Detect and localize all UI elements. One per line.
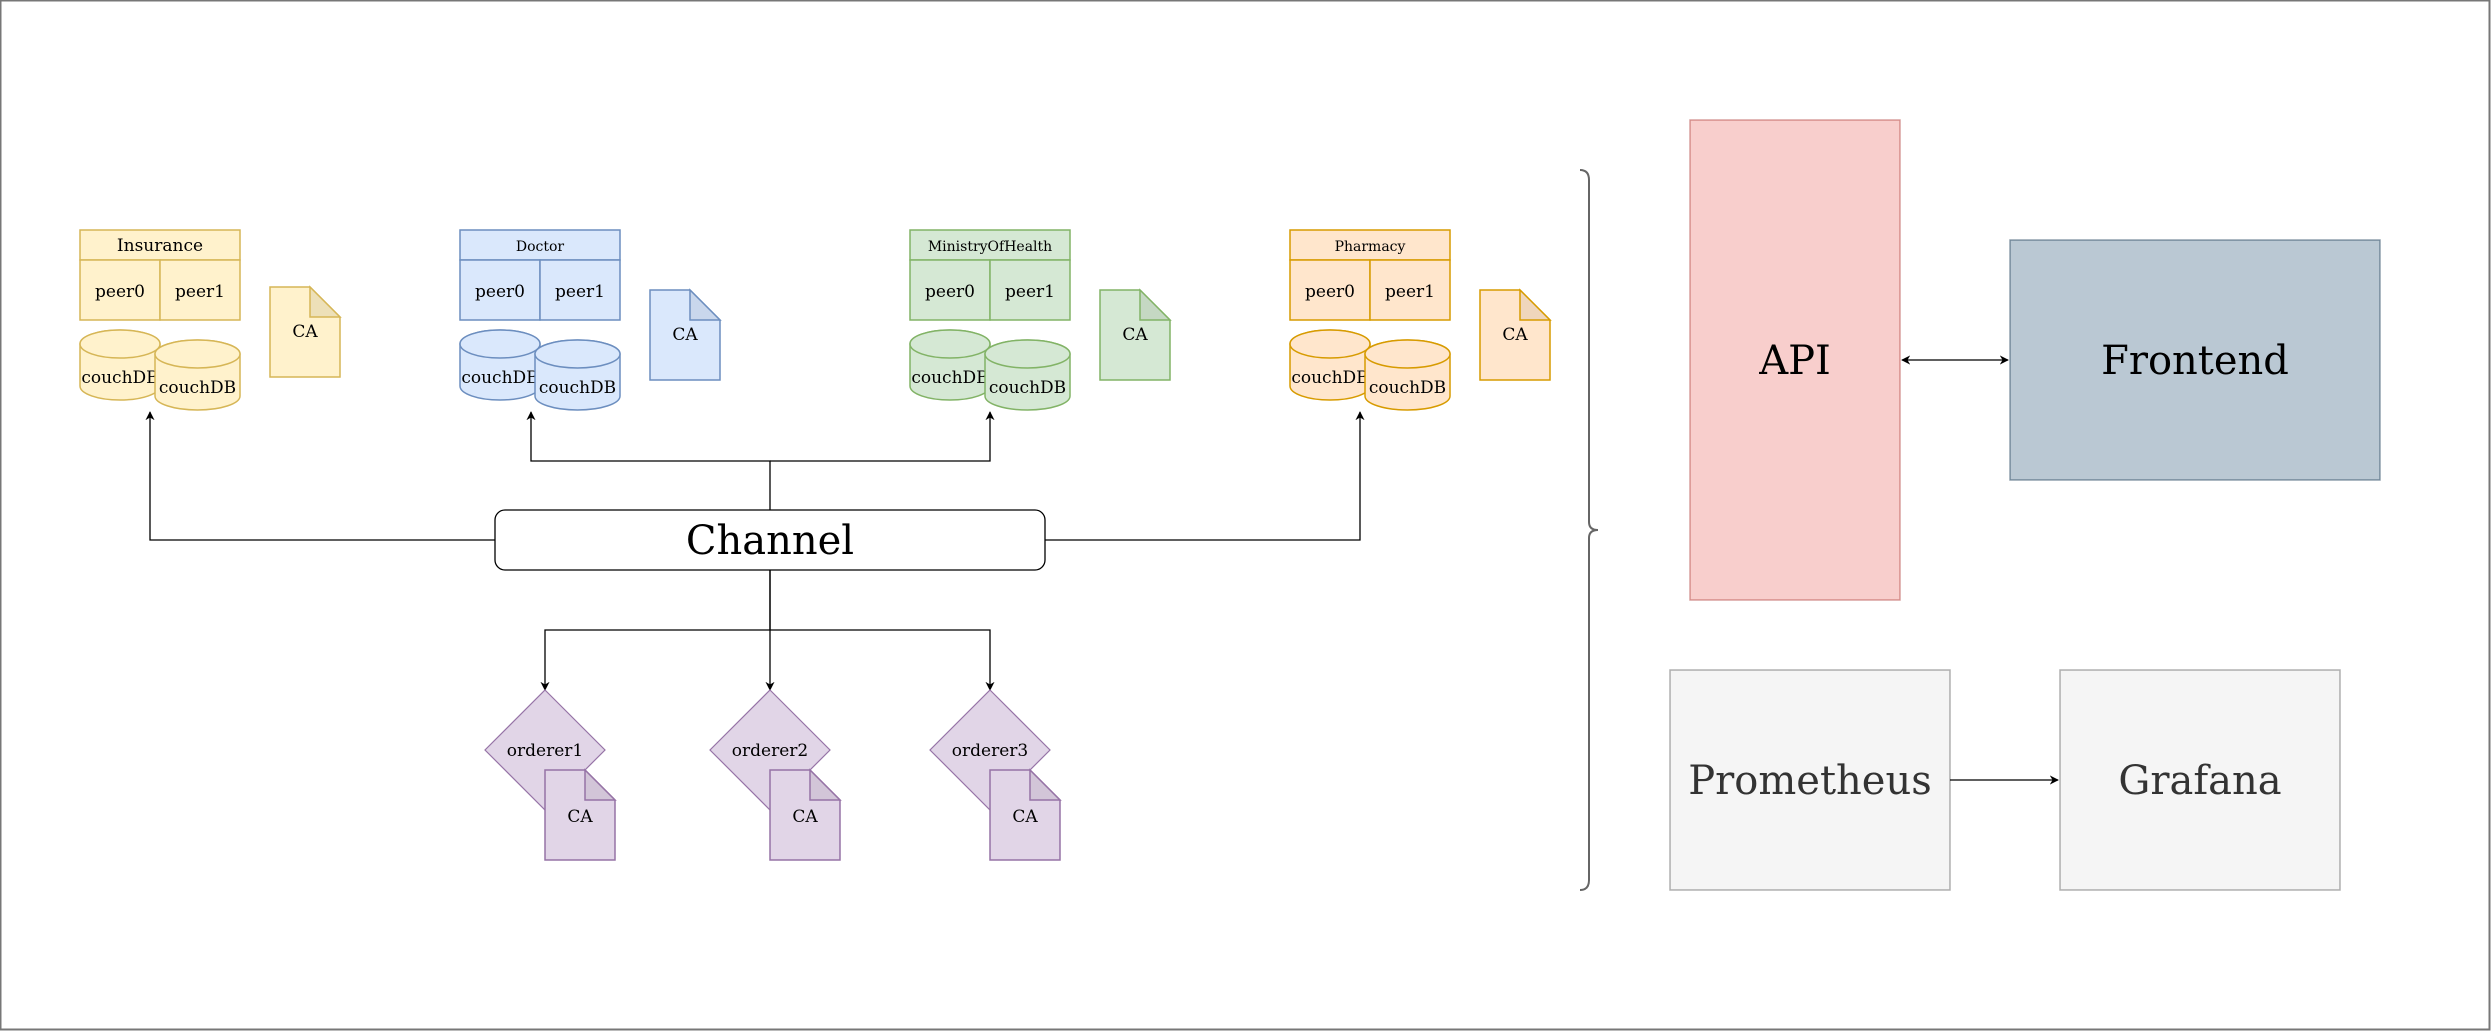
org-name: MinistryOfHealth	[928, 239, 1052, 255]
peer-label: peer1	[1385, 282, 1435, 302]
orderer-label: orderer2	[732, 741, 808, 761]
database-label: couchDB	[1291, 368, 1368, 388]
orderer-label: orderer3	[952, 741, 1028, 761]
peer-1[interactable]: peer1	[1369, 259, 1451, 321]
database-label: couchDB	[539, 378, 616, 398]
peer-label: peer0	[925, 282, 975, 302]
ca-label: CA	[792, 807, 818, 827]
channel-node[interactable]: Channel	[494, 509, 1046, 571]
couchdb-0[interactable]: couchDB	[1289, 329, 1371, 401]
database-top	[984, 339, 1071, 369]
ca-label: CA	[292, 322, 318, 342]
database-top	[1289, 329, 1371, 359]
peer-label: peer1	[1005, 282, 1055, 302]
orderer-label: orderer1	[507, 741, 583, 761]
database-top	[534, 339, 621, 369]
ca-label: CA	[672, 325, 698, 345]
ca-label: CA	[567, 807, 593, 827]
frontend-label: Frontend	[2101, 338, 2289, 384]
couchdb-1[interactable]: couchDB	[154, 339, 241, 411]
database-label: couchDB	[159, 378, 236, 398]
peer-0[interactable]: peer0	[909, 259, 991, 321]
database-label: couchDB	[911, 368, 988, 388]
api-node[interactable]: API	[1689, 119, 1901, 601]
peer-1[interactable]: peer1	[159, 259, 241, 321]
frontend-node[interactable]: Frontend	[2009, 239, 2381, 481]
peer-0[interactable]: peer0	[459, 259, 541, 321]
ca-label: CA	[1012, 807, 1038, 827]
database-label: couchDB	[81, 368, 158, 388]
org-name: Insurance	[117, 236, 203, 256]
couchdb-1[interactable]: couchDB	[1364, 339, 1451, 411]
grafana-node[interactable]: Grafana	[2059, 669, 2341, 891]
channel-label: Channel	[686, 518, 854, 564]
couchdb-1[interactable]: couchDB	[534, 339, 621, 411]
peer-label: peer1	[555, 282, 605, 302]
database-label: couchDB	[461, 368, 538, 388]
couchdb-0[interactable]: couchDB	[79, 329, 161, 401]
api-label: API	[1758, 338, 1831, 384]
peer-1[interactable]: peer1	[989, 259, 1071, 321]
ca-label: CA	[1122, 325, 1148, 345]
org-name: Doctor	[516, 239, 565, 255]
database-label: couchDB	[989, 378, 1066, 398]
peer-label: peer0	[95, 282, 145, 302]
prometheus-label: Prometheus	[1688, 758, 1932, 804]
peer-label: peer0	[475, 282, 525, 302]
peer-0[interactable]: peer0	[1289, 259, 1371, 321]
grafana-label: Grafana	[2118, 758, 2281, 804]
ca-label: CA	[1502, 325, 1528, 345]
database-top	[154, 339, 241, 369]
couchdb-0[interactable]: couchDB	[909, 329, 991, 401]
peer-0[interactable]: peer0	[79, 259, 161, 321]
couchdb-0[interactable]: couchDB	[459, 329, 541, 401]
database-top	[459, 329, 541, 359]
peer-label: peer0	[1305, 282, 1355, 302]
database-label: couchDB	[1369, 378, 1446, 398]
database-top	[1364, 339, 1451, 369]
architecture-diagram: Insurancepeer0 peer1couchDB couchDBCADocto…	[0, 0, 2491, 1031]
database-top	[79, 329, 161, 359]
org-name: Pharmacy	[1335, 239, 1406, 255]
peer-1[interactable]: peer1	[539, 259, 621, 321]
database-top	[909, 329, 991, 359]
prometheus-node[interactable]: Prometheus	[1669, 669, 1951, 891]
couchdb-1[interactable]: couchDB	[984, 339, 1071, 411]
peer-label: peer1	[175, 282, 225, 302]
